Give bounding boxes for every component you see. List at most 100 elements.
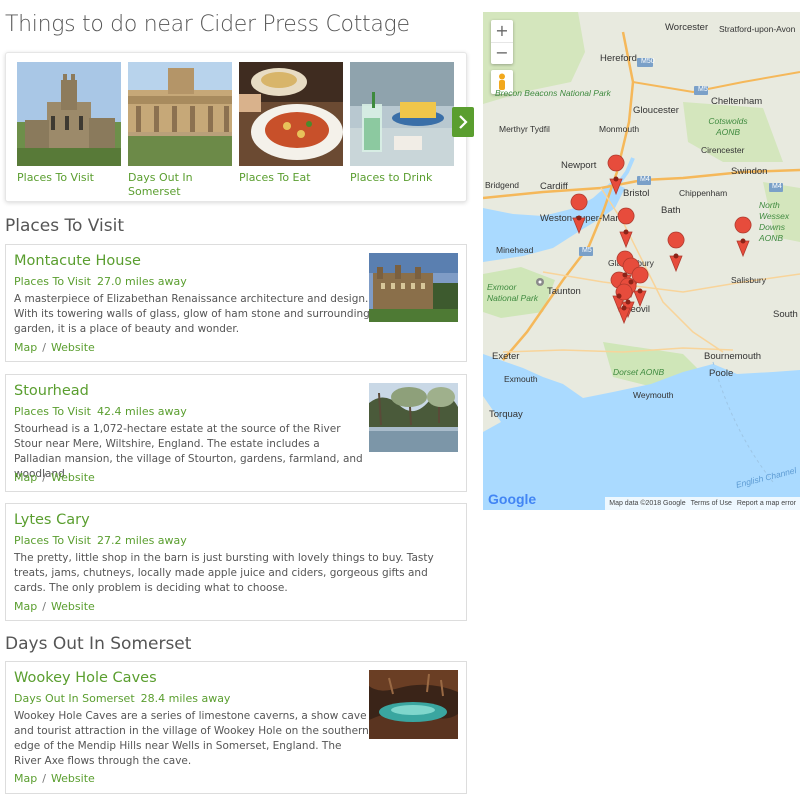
map-label: Stratford-upon-Avon (719, 24, 796, 34)
google-logo-text: Google (488, 491, 537, 507)
map-label: Poole (709, 368, 734, 379)
map-label: Taunton (547, 286, 581, 297)
map-label: Exmoor National Park (487, 282, 539, 303)
website-link[interactable]: Website (51, 600, 95, 613)
map-label: Salisbury (731, 275, 766, 285)
abbey-church-photo[interactable] (17, 62, 121, 166)
place-links: Map / Website (14, 471, 95, 484)
montacute-house-photo[interactable] (369, 253, 458, 322)
map-label: Cirencester (701, 145, 745, 155)
place-title[interactable]: Wookey Hole Caves (14, 670, 157, 686)
map-label: Bournemouth (704, 351, 762, 362)
place-description: A masterpiece of Elizabethan Renaissance… (14, 293, 370, 335)
google-logo[interactable]: Google (488, 491, 536, 507)
map-label: Torquay (489, 409, 523, 420)
map-data-credit: Map data ©2018 Google (609, 500, 686, 507)
map-label: Brecon Beacons National Park (495, 88, 611, 98)
map-label: Monmouth (599, 124, 640, 134)
terms-of-use-link[interactable]: Terms of Use (691, 500, 732, 507)
map-label: Dorset AONB (613, 367, 665, 377)
map-label: Cotswolds AONB (708, 116, 748, 137)
link-separator: / (42, 600, 46, 613)
place-links: Map / Website (14, 772, 95, 785)
place-category[interactable]: Places To Visit (14, 405, 91, 418)
carousel-label[interactable]: Days Out In Somerset (128, 171, 232, 199)
map-label: Cardiff (540, 181, 568, 192)
map-attribution: Map data ©2018 Google Terms of Use Repor… (605, 497, 800, 510)
map-label: Glastonbury (608, 258, 654, 268)
map-label: Exmouth (504, 374, 538, 384)
map-label: Newport (561, 160, 597, 171)
wookey-hole-caves-photo[interactable] (369, 670, 458, 739)
map-label: Yeovil (625, 304, 651, 315)
roman-baths-photo[interactable] (128, 62, 232, 166)
carousel-label[interactable]: Places to Drink (350, 171, 454, 185)
carousel-item-days-out[interactable]: Days Out In Somerset (128, 62, 232, 199)
road-badge: M4 (640, 176, 650, 183)
place-category[interactable]: Places To Visit (14, 275, 91, 288)
road-badge: M50 (641, 58, 655, 65)
category-carousel: Places To Visit Days Out In Somerset Pla… (5, 52, 474, 202)
map-label: Hereford (600, 53, 637, 64)
map-label: Bridgend (485, 180, 520, 190)
place-meta: Places To Visit 27.2 miles away (14, 534, 187, 547)
place-title[interactable]: Stourhead (14, 383, 89, 399)
website-link[interactable]: Website (51, 341, 95, 354)
place-card: Lytes Cary Places To Visit 27.2 miles awa… (5, 503, 467, 621)
place-distance: 27.0 miles away (97, 275, 187, 288)
link-separator: / (42, 471, 46, 484)
website-link[interactable]: Website (51, 772, 95, 785)
road-badge: M5 (582, 247, 592, 254)
carousel-label[interactable]: Places To Visit (17, 171, 121, 185)
place-description: The pretty, little shop in the barn is j… (14, 552, 434, 594)
place-title[interactable]: Montacute House (14, 253, 141, 269)
place-meta: Days Out In Somerset 28.4 miles away (14, 692, 230, 705)
road-badge: M5 (698, 86, 708, 93)
map-label: Weston-super-Mare (540, 213, 624, 224)
map-label: Weymouth (633, 390, 674, 400)
carousel-item-places-to-eat[interactable]: Places To Eat (239, 62, 343, 185)
place-category[interactable]: Places To Visit (14, 534, 91, 547)
place-card: Stourhead Places To Visit 42.4 miles away… (5, 374, 467, 492)
food-plate-photo[interactable] (239, 62, 343, 166)
section-title-places-to-visit: Places To Visit (5, 216, 124, 236)
map-link[interactable]: Map (14, 600, 37, 613)
map-label: Worcester (665, 22, 709, 33)
link-separator: / (42, 341, 46, 354)
map-link[interactable]: Map (14, 471, 37, 484)
map-view[interactable]: + − Worcester Stratford-upon-Avon Herefo… (483, 12, 800, 510)
carousel-label[interactable]: Places To Eat (239, 171, 343, 185)
link-separator: / (42, 772, 46, 785)
stourhead-photo[interactable] (369, 383, 458, 452)
carousel-next-button[interactable] (452, 107, 474, 137)
zoom-controls: + − (491, 20, 513, 64)
place-category[interactable]: Days Out In Somerset (14, 692, 135, 705)
map-link[interactable]: Map (14, 341, 37, 354)
map-label: Swindon (731, 166, 768, 177)
carousel-item-places-to-visit[interactable]: Places To Visit (17, 62, 121, 185)
page-title: Things to do near Cider Press Cottage (5, 12, 410, 37)
map-label: Cheltenham (711, 96, 763, 107)
place-distance: 42.4 miles away (97, 405, 187, 418)
place-distance: 28.4 miles away (140, 692, 231, 705)
section-title-days-out: Days Out In Somerset (5, 634, 192, 654)
place-meta: Places To Visit 42.4 miles away (14, 405, 187, 418)
carousel-item-places-to-drink[interactable]: Places to Drink (350, 62, 454, 185)
map-label: Gloucester (633, 105, 679, 116)
place-card: Wookey Hole Caves Days Out In Somerset 28… (5, 661, 467, 794)
drinks-table-photo[interactable] (350, 62, 454, 166)
website-link[interactable]: Website (51, 471, 95, 484)
map-link[interactable]: Map (14, 772, 37, 785)
map-label: South (773, 309, 798, 320)
place-title[interactable]: Lytes Cary (14, 512, 90, 528)
map-label: Bristol (623, 188, 650, 199)
map-label: Bath (661, 205, 681, 216)
zoom-out-button[interactable]: − (491, 42, 513, 64)
map-label: Chippenham (679, 188, 728, 198)
place-links: Map / Website (14, 600, 95, 613)
report-map-error-link[interactable]: Report a map error (737, 500, 796, 507)
map-label: Merthyr Tydfil (499, 124, 550, 134)
zoom-in-button[interactable]: + (495, 20, 508, 42)
place-description: Wookey Hole Caves are a series of limest… (14, 710, 369, 767)
place-links: Map / Website (14, 341, 95, 354)
